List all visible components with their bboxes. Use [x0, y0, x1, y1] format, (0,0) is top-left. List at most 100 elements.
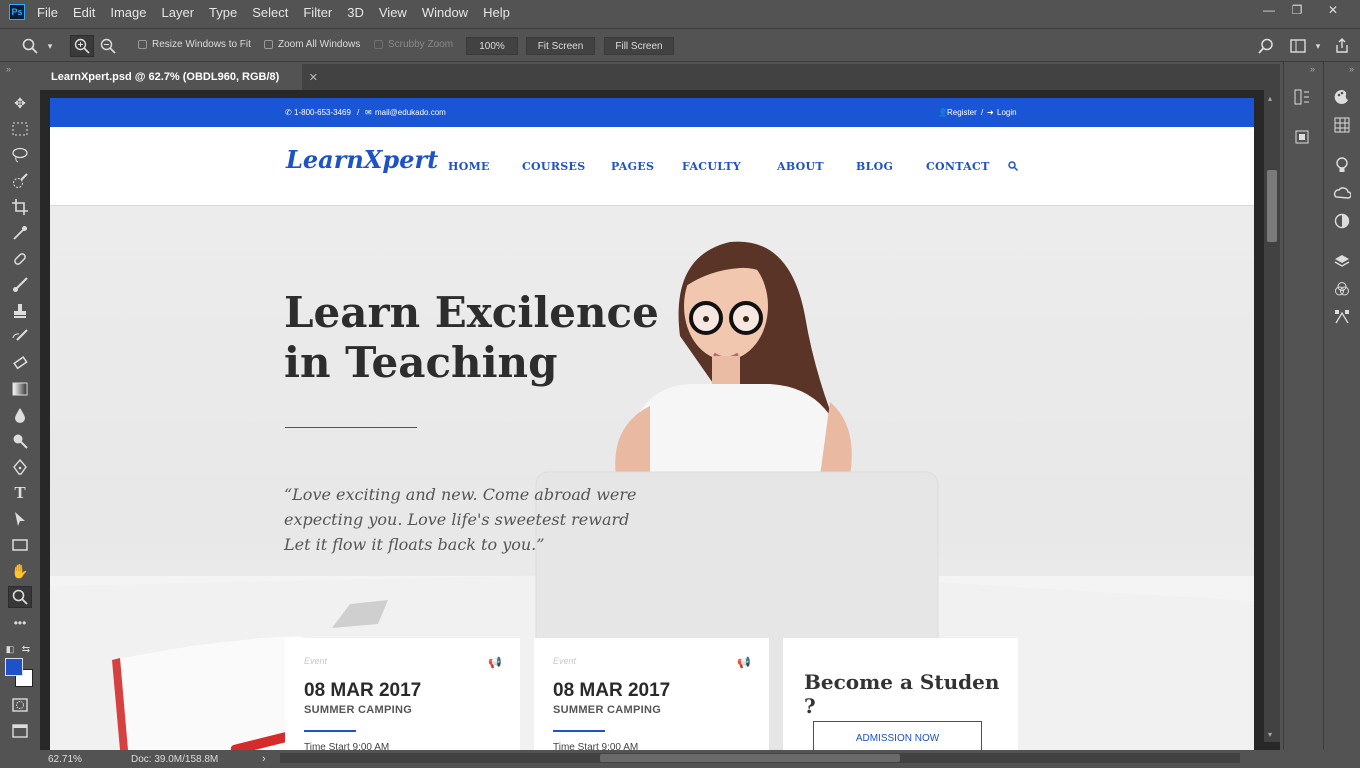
nav-search-icon[interactable] [1008, 160, 1019, 174]
adjustments-panel-icon[interactable] [1330, 210, 1354, 232]
zoom-out-icon[interactable] [96, 35, 120, 57]
menu-help[interactable]: Help [483, 5, 510, 20]
history-brush-tool-icon[interactable] [8, 326, 32, 348]
tab-close-icon[interactable]: ✕ [309, 71, 318, 84]
properties-panel-icon[interactable] [1290, 126, 1314, 148]
cta-title: Become a Studen ? [804, 670, 1000, 718]
close-icon[interactable]: ✕ [1318, 0, 1348, 20]
student-cta-card: Become a Studen ? ADMISSION NOW [783, 638, 1018, 750]
collapse-toolbar-icon[interactable]: » [6, 64, 11, 74]
color-panel-icon[interactable] [1330, 86, 1354, 108]
nav-blog[interactable]: BLOG [856, 160, 893, 173]
menu-type[interactable]: Type [209, 5, 237, 20]
canvas-area[interactable]: ✆ 1-800-653-3469 / ✉ mail@edukado.com 👤 … [40, 90, 1280, 750]
nav-pages[interactable]: PAGES [611, 160, 654, 173]
healing-brush-tool-icon[interactable] [8, 248, 32, 270]
status-menu-icon[interactable]: › [262, 753, 266, 765]
tools-panel: ✥ T ✋ ••• ◧ ⇆ [0, 90, 40, 750]
fit-screen-button[interactable]: Fit Screen [526, 37, 595, 55]
swatches-panel-icon[interactable] [1330, 114, 1354, 136]
document-canvas[interactable]: ✆ 1-800-653-3469 / ✉ mail@edukado.com 👤 … [50, 98, 1254, 750]
learn-panel-icon[interactable] [1330, 154, 1354, 176]
vertical-scrollbar[interactable]: ▴ ▾ [1264, 90, 1280, 742]
screen-mode-icon[interactable] [8, 720, 32, 742]
login-link[interactable]: Login [997, 108, 1017, 117]
event-card-2[interactable]: Event 📢 08 MAR 2017 SUMMER CAMPING Time … [534, 638, 769, 750]
crop-tool-icon[interactable] [8, 196, 32, 218]
menu-image[interactable]: Image [110, 5, 146, 20]
site-logo[interactable]: LearnXpert [286, 145, 438, 174]
minimize-icon[interactable]: — [1254, 0, 1284, 20]
libraries-panel-icon[interactable] [1330, 182, 1354, 204]
foreground-color-swatch[interactable] [5, 658, 23, 676]
menu-3d[interactable]: 3D [347, 5, 364, 20]
scroll-up-icon[interactable]: ▴ [1268, 94, 1272, 103]
default-colors-icon[interactable]: ◧ [4, 638, 16, 660]
horizontal-scroll-thumb[interactable] [600, 754, 900, 762]
more-tools-icon[interactable]: ••• [8, 612, 32, 634]
document-tab[interactable]: LearnXpert.psd @ 62.7% (OBDL960, RGB/8) … [40, 64, 318, 90]
share-icon[interactable] [1330, 35, 1354, 57]
collapse-panels-icon[interactable]: » [1349, 64, 1354, 74]
scroll-down-icon[interactable]: ▾ [1268, 730, 1272, 739]
menu-view[interactable]: View [379, 5, 407, 20]
gradient-tool-icon[interactable] [8, 378, 32, 400]
path-selection-tool-icon[interactable] [8, 508, 32, 530]
channels-panel-icon[interactable] [1330, 278, 1354, 300]
nav-about[interactable]: ABOUT [777, 160, 824, 173]
event-title: SUMMER CAMPING [553, 704, 662, 716]
search-icon[interactable] [1254, 35, 1278, 57]
eyedropper-tool-icon[interactable] [8, 222, 32, 244]
quick-selection-tool-icon[interactable] [8, 170, 32, 192]
menu-filter[interactable]: Filter [303, 5, 332, 20]
move-tool-icon[interactable]: ✥ [8, 92, 32, 114]
phone-icon: ✆ [285, 108, 292, 117]
menu-layer[interactable]: Layer [162, 5, 195, 20]
nav-contact[interactable]: CONTACT [926, 160, 990, 173]
type-tool-icon[interactable]: T [8, 482, 32, 504]
eraser-tool-icon[interactable] [8, 352, 32, 374]
menu-window[interactable]: Window [422, 5, 468, 20]
document-tab-title: LearnXpert.psd @ 62.7% (OBDL960, RGB/8) [51, 71, 280, 83]
quick-mask-icon[interactable] [8, 694, 32, 716]
pen-tool-icon[interactable] [8, 456, 32, 478]
hand-tool-icon[interactable]: ✋ [8, 560, 32, 582]
hero-title-line1: Learn Excilence [284, 288, 659, 337]
dodge-tool-icon[interactable] [8, 430, 32, 452]
paths-panel-icon[interactable] [1330, 306, 1354, 328]
horizontal-scrollbar[interactable] [280, 753, 1240, 763]
vertical-scroll-thumb[interactable] [1267, 170, 1277, 242]
nav-home[interactable]: HOME [448, 160, 490, 173]
swap-colors-icon[interactable]: ⇆ [20, 638, 32, 660]
menu-select[interactable]: Select [252, 5, 288, 20]
layers-panel-icon[interactable] [1330, 250, 1354, 272]
hero-divider [285, 427, 417, 428]
zoom-100-button[interactable]: 100% [466, 37, 518, 55]
chevron-down-icon[interactable]: ▾ [38, 35, 62, 57]
zoom-in-icon[interactable] [70, 35, 94, 57]
blur-tool-icon[interactable] [8, 404, 32, 426]
zoom-level[interactable]: 62.71% [48, 754, 82, 765]
resize-windows-checkbox[interactable]: Resize Windows to Fit [138, 39, 251, 50]
register-link[interactable]: Register [947, 108, 977, 117]
event-card-1[interactable]: Event 📢 08 MAR 2017 SUMMER CAMPING Time … [285, 638, 520, 750]
restore-icon[interactable]: ❐ [1282, 0, 1312, 20]
fill-screen-button[interactable]: Fill Screen [604, 37, 674, 55]
nav-courses[interactable]: COURSES [522, 160, 585, 173]
nav-faculty[interactable]: FACULTY [682, 160, 741, 173]
zoom-all-checkbox[interactable]: Zoom All Windows [264, 39, 360, 50]
scrubby-zoom-checkbox[interactable]: Scrubby Zoom [374, 39, 453, 50]
admission-button[interactable]: ADMISSION NOW [813, 721, 982, 750]
zoom-tool-active-icon[interactable] [8, 586, 32, 608]
menu-edit[interactable]: Edit [73, 5, 95, 20]
menu-file[interactable]: File [37, 5, 58, 20]
marquee-tool-icon[interactable] [8, 118, 32, 140]
rectangle-tool-icon[interactable] [8, 534, 32, 556]
hero-section: Learn Excilence in Teaching “Love exciti… [50, 206, 1254, 750]
clone-stamp-tool-icon[interactable] [8, 300, 32, 322]
lasso-tool-icon[interactable] [8, 144, 32, 166]
history-panel-icon[interactable] [1290, 86, 1314, 108]
brush-tool-icon[interactable] [8, 274, 32, 296]
workspace-chevron-icon[interactable]: ▾ [1306, 35, 1330, 57]
collapse-panel-icon[interactable]: » [1310, 64, 1315, 74]
